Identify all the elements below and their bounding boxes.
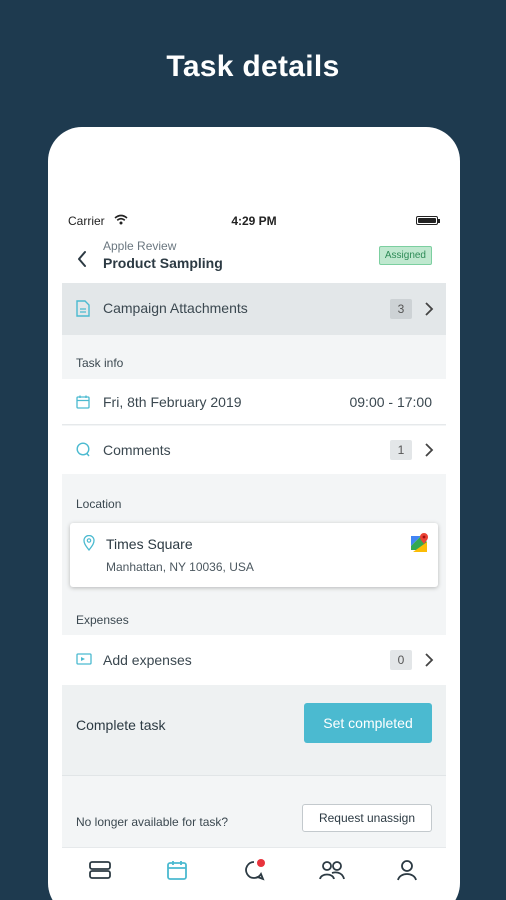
unassign-prompt: No longer available for task? [76,815,229,829]
status-badge: Assigned [378,246,432,265]
app-screen: Carrier 4:29 PM Apple Review Product Sam… [62,205,446,900]
add-expenses-label: Add expenses [103,652,192,668]
location-heading: Location [76,497,122,511]
calendar-tab-icon[interactable] [165,858,189,882]
attachments-count: 3 [390,299,412,319]
clock: 4:29 PM [231,214,277,228]
location-name: Times Square [106,536,193,552]
money-icon [76,653,92,665]
tab-bar [62,847,446,900]
date-row: Fri, 8th February 2019 09:00 - 17:00 [62,379,446,425]
task-info-heading: Task info [76,356,124,370]
map-pin-icon [83,535,95,551]
location-address: Manhattan, NY 10036, USA [106,560,254,574]
complete-task-label: Complete task [76,717,166,733]
attachments-row[interactable]: Campaign Attachments 3 [62,283,446,335]
task-time-range: 09:00 - 17:00 [349,394,432,410]
comments-count: 1 [390,440,412,460]
battery-icon [416,216,440,225]
chevron-right-icon [425,653,434,667]
location-card[interactable]: Times Square Manhattan, NY 10036, USA [70,523,438,587]
back-chevron-icon[interactable] [74,247,90,271]
chat-icon[interactable] [242,858,266,882]
request-unassign-button[interactable]: Request unassign [302,804,432,832]
tasks-icon[interactable] [88,858,112,882]
chevron-right-icon [425,302,434,316]
campaign-name: Apple Review [103,239,177,253]
google-maps-icon[interactable] [410,533,428,553]
expenses-heading: Expenses [76,613,129,627]
nav-header: Apple Review Product Sampling Assigned [62,237,446,283]
comment-icon [76,442,90,457]
promo-headline: Task details [166,50,340,83]
complete-task-panel: Complete task Set completed [62,685,446,775]
status-bar: Carrier 4:29 PM [62,205,446,237]
phone-frame: Carrier 4:29 PM Apple Review Product Sam… [48,127,460,900]
task-date: Fri, 8th February 2019 [103,394,242,410]
profile-icon[interactable] [395,858,419,882]
chevron-right-icon [425,443,434,457]
divider [62,775,446,776]
comments-label: Comments [103,442,171,458]
expenses-row[interactable]: Add expenses 0 [62,635,446,685]
calendar-icon [76,395,90,409]
page-title: Product Sampling [103,255,223,271]
set-completed-button[interactable]: Set completed [304,703,432,743]
attachments-label: Campaign Attachments [103,300,248,316]
comments-row[interactable]: Comments 1 [62,426,446,474]
expenses-count: 0 [390,650,412,670]
team-icon[interactable] [318,858,346,882]
document-icon [76,300,90,317]
